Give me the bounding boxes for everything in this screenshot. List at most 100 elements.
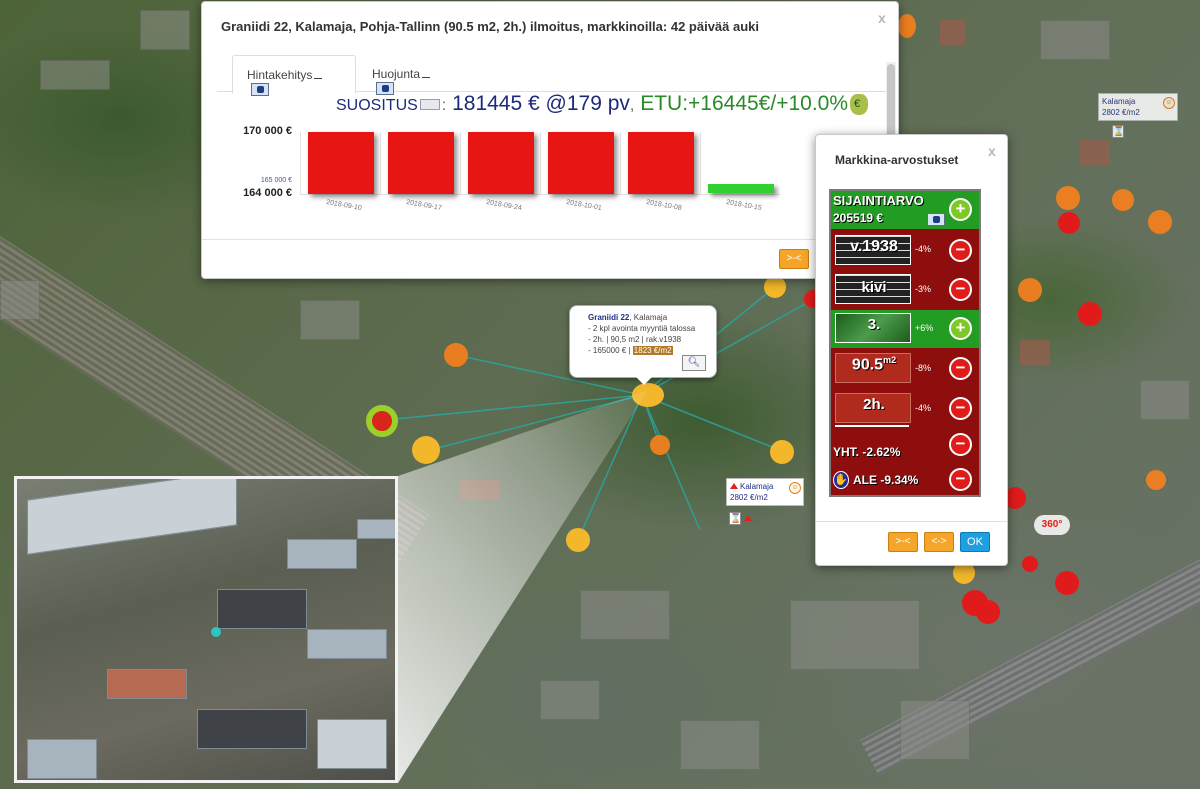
remove-factor-button[interactable]: −: [949, 468, 972, 491]
remove-factor-button[interactable]: −: [949, 433, 972, 456]
hourglass-icon: ⌛: [729, 512, 742, 525]
remove-factor-button[interactable]: −: [949, 397, 972, 420]
aerial-building: [287, 539, 357, 569]
discount-value: ALE -9.34%: [853, 473, 919, 487]
ok-button[interactable]: OK: [960, 532, 990, 552]
x-tick-label: 2018-10-08: [645, 198, 683, 213]
listing-marker[interactable]: [1078, 302, 1102, 326]
factor-pct: +6%: [915, 323, 934, 333]
aerial-building: [107, 669, 187, 699]
listing-marker[interactable]: [650, 435, 670, 455]
listing-marker[interactable]: [1055, 571, 1079, 595]
collapse-button[interactable]: >-<: [888, 532, 918, 552]
hand-icon: ✋: [833, 471, 849, 489]
factor-row-floor: 3. +6% +: [831, 310, 979, 348]
close-icon[interactable]: x: [878, 10, 886, 26]
x-tick-label: 2018-09-24: [485, 198, 523, 213]
close-icon[interactable]: x: [988, 143, 996, 159]
chart-bar[interactable]: [388, 132, 454, 194]
factor-row-year: v.1938 -4% −: [831, 231, 979, 271]
factor-tile-label: 90.5: [851, 356, 884, 374]
factor-row-rooms: 2h. -4% −: [831, 389, 979, 429]
hourglass-icon: ⌛: [1112, 125, 1125, 138]
listing-marker[interactable]: [976, 600, 1000, 624]
money-bag-icon: [850, 93, 869, 115]
grid-line: [700, 132, 701, 194]
aerial-building: [27, 479, 237, 555]
listing-marker[interactable]: [444, 343, 468, 367]
district-trend-controls[interactable]: ⌛: [1112, 121, 1124, 139]
chart-bar[interactable]: [708, 184, 774, 193]
remove-factor-button[interactable]: −: [949, 239, 972, 262]
district-label[interactable]: Kalamaja 2802 €/m2 ☺: [1098, 93, 1178, 121]
recommendation: SUOSITUS: 181445 € @179 pv, ETU:+16445€/…: [336, 92, 869, 116]
listing-marker[interactable]: [1058, 212, 1080, 234]
listing-marker[interactable]: [1146, 470, 1166, 490]
selected-listing-marker[interactable]: [366, 405, 398, 437]
location-pin: [211, 627, 221, 637]
x-tick-label: 2018-10-01: [565, 198, 603, 213]
tab-label: Hintakehitys: [247, 68, 313, 82]
chart-bar[interactable]: [548, 132, 614, 194]
year-tile: v.1938: [835, 235, 911, 265]
collapse-button[interactable]: >-<: [779, 249, 809, 269]
underline: [314, 78, 323, 79]
aerial-building: [357, 519, 395, 539]
add-factor-button[interactable]: +: [949, 317, 972, 340]
listing-marker[interactable]: [412, 436, 440, 464]
zoom-icon[interactable]: 🔍︎: [682, 355, 706, 371]
popup-price: - 165000 € |: [588, 346, 631, 355]
listing-marker[interactable]: [770, 440, 794, 464]
listing-marker[interactable]: [1018, 278, 1042, 302]
listing-marker[interactable]: [1148, 210, 1172, 234]
y-tick-label: 164 000 €: [243, 187, 292, 199]
district-trend-controls[interactable]: ⌛: [729, 508, 754, 526]
remove-factor-button[interactable]: −: [949, 278, 972, 301]
factor-pct: -4%: [915, 403, 932, 413]
aerial-building: [307, 629, 387, 659]
valuation-factors: SIJAINTIARVO 205519 € + v.1938 -4% − kiv…: [829, 189, 981, 497]
popup-line: - 2 kpl avointa myyntiä talossa: [588, 324, 696, 333]
magnifier-icon[interactable]: [419, 98, 440, 110]
add-factor-button[interactable]: +: [949, 198, 972, 221]
rooms-tile: 2h.: [835, 393, 911, 423]
factor-pct: -4%: [915, 244, 932, 254]
popup-district: , Kalamaja: [629, 313, 668, 322]
material-tile: kivi: [835, 274, 911, 304]
chart-bar[interactable]: [308, 132, 374, 194]
aerial-building: [197, 709, 307, 749]
listing-marker[interactable]: [566, 528, 590, 552]
district-label[interactable]: Kalamaja 2802 €/m2 ☺: [726, 478, 804, 506]
x-tick-label: 2018-09-17: [405, 198, 443, 213]
price-development-dialog: Graniidi 22, Kalamaja, Pohja-Tallinn (90…: [201, 1, 899, 279]
tab-hintakehitys[interactable]: Hintakehitys: [232, 55, 356, 97]
listing-info-popup: Graniidi 22, Kalamaja - 2 kpl avointa my…: [569, 305, 717, 385]
dialog-footer-line: [202, 239, 898, 240]
listing-marker[interactable]: [1112, 189, 1134, 211]
chart-bar[interactable]: [628, 132, 694, 194]
dialog-title: Markkina-arvostukset: [835, 153, 959, 167]
dialog-footer-line: [816, 521, 1007, 522]
grid-line: [300, 132, 301, 194]
remove-factor-button[interactable]: −: [949, 357, 972, 380]
tab-label: Huojunta: [372, 67, 421, 81]
price-chart: 170 000 € 164 000 € 165 000 € 2018-09-10 201…: [230, 124, 810, 226]
listing-marker[interactable]: [1022, 556, 1038, 572]
print-icon[interactable]: [927, 213, 945, 226]
listing-marker[interactable]: [764, 276, 786, 298]
popup-price-per-m2: 1823 €/m2: [632, 346, 673, 355]
listing-marker[interactable]: [1056, 186, 1080, 210]
tab-huojunta[interactable]: Huojunta: [358, 55, 458, 96]
chart-bar[interactable]: [468, 132, 534, 194]
divider: [835, 425, 909, 427]
aerial-building: [217, 589, 307, 629]
grid-line: [460, 132, 461, 194]
aerial-building: [317, 719, 387, 769]
listing-marker[interactable]: [898, 14, 916, 38]
grid-line: [380, 132, 381, 194]
street-view-360-badge[interactable]: 360°: [1034, 515, 1070, 535]
reco-value: 181445 € @179 pv: [452, 92, 630, 115]
grid-line: [300, 194, 780, 195]
expand-button[interactable]: <->: [924, 532, 954, 552]
factor-row-material: kivi -3% −: [831, 271, 979, 309]
